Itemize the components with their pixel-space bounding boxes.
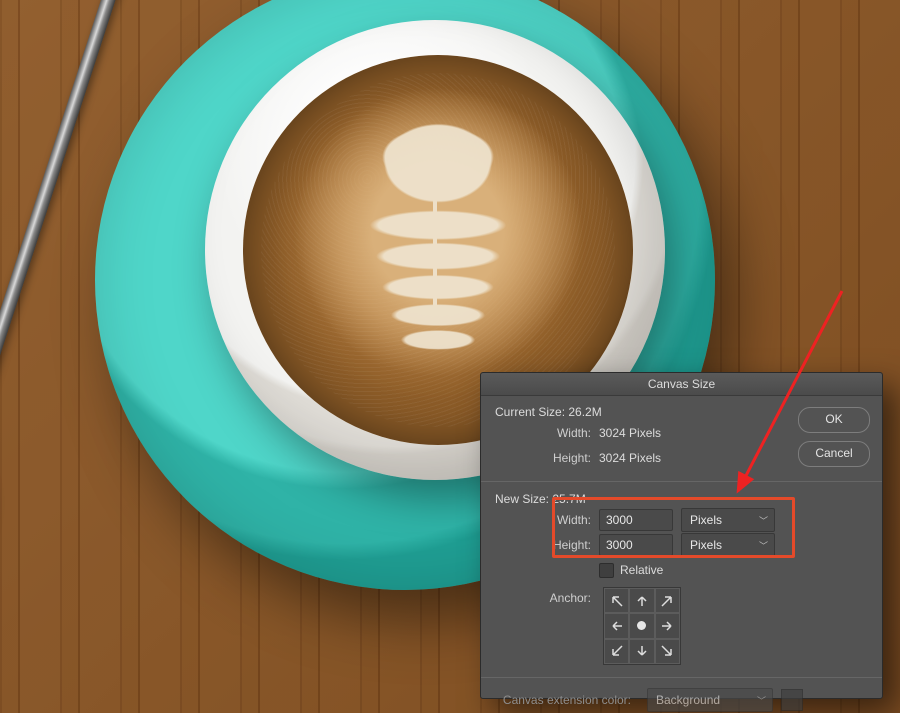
anchor-label: Anchor:: [495, 587, 599, 605]
anchor-e[interactable]: [655, 613, 680, 638]
canvas-size-dialog: Canvas Size OK Cancel Current Size: 26.2…: [480, 372, 883, 699]
new-height-label: Height:: [495, 538, 599, 552]
chevron-down-icon: ﹀: [759, 539, 768, 552]
anchor-center-dot: [637, 621, 646, 630]
anchor-s[interactable]: [629, 639, 654, 664]
height-unit-select[interactable]: Pixels ﹀: [681, 533, 775, 557]
current-height-value: 3024 Pixels: [599, 451, 661, 465]
extension-color-value: Background: [656, 693, 720, 707]
height-unit-value: Pixels: [690, 538, 722, 552]
current-width-value: 3024 Pixels: [599, 426, 661, 440]
dialog-title: Canvas Size: [481, 373, 882, 396]
extension-color-label: Canvas extension color:: [495, 693, 639, 707]
anchor-center[interactable]: [629, 613, 654, 638]
current-height-label: Height:: [495, 451, 599, 465]
chevron-down-icon: ﹀: [759, 514, 768, 527]
anchor-ne[interactable]: [655, 588, 680, 613]
anchor-w[interactable]: [604, 613, 629, 638]
anchor-nw[interactable]: [604, 588, 629, 613]
new-width-label: Width:: [495, 513, 599, 527]
current-size-heading: Current Size: 26.2M: [495, 405, 870, 419]
relative-label: Relative: [620, 563, 663, 577]
extension-color-section: Canvas extension color: Background ﹀: [481, 678, 882, 713]
extension-color-select: Background ﹀: [647, 688, 773, 712]
width-input[interactable]: 3000: [599, 509, 673, 531]
chevron-down-icon: ﹀: [757, 694, 766, 707]
width-unit-select[interactable]: Pixels ﹀: [681, 508, 775, 532]
anchor-n[interactable]: [629, 588, 654, 613]
extension-color-swatch: [781, 689, 803, 711]
anchor-grid[interactable]: [603, 587, 681, 665]
latte-art: [283, 95, 593, 405]
anchor-sw[interactable]: [604, 639, 629, 664]
new-size-section: New Size: 25.7M Width: 3000 Pixels ﹀ Hei…: [481, 482, 882, 669]
height-input[interactable]: 3000: [599, 534, 673, 556]
current-width-label: Width:: [495, 426, 599, 440]
anchor-se[interactable]: [655, 639, 680, 664]
width-unit-value: Pixels: [690, 513, 722, 527]
relative-checkbox[interactable]: [599, 563, 614, 578]
current-size-section: Current Size: 26.2M Width: 3024 Pixels H…: [481, 395, 882, 473]
new-size-heading: New Size: 25.7M: [495, 492, 870, 506]
